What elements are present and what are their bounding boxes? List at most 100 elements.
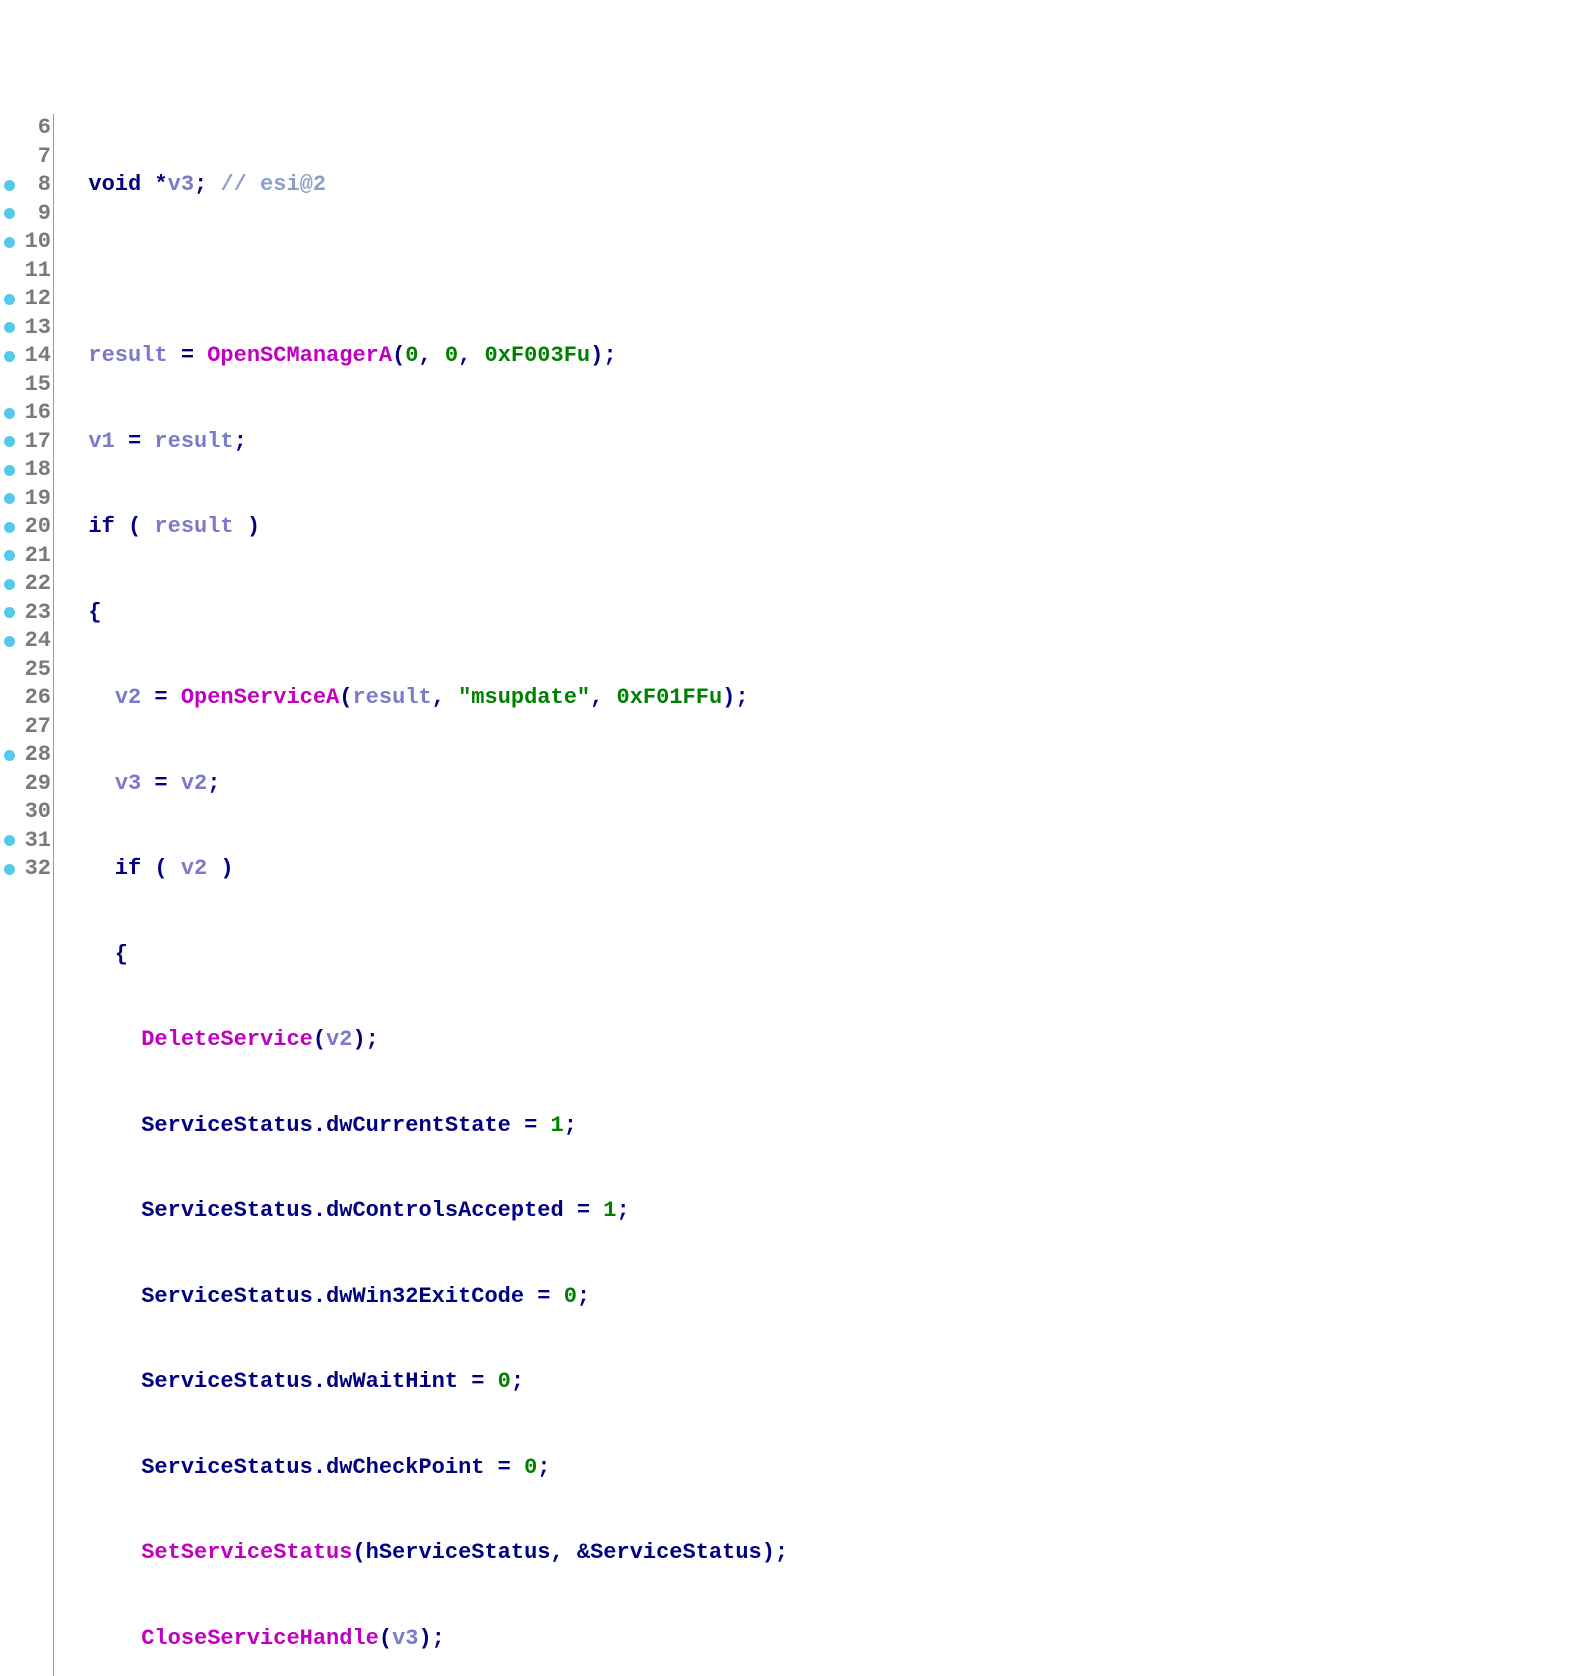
code-text: ;: [537, 1455, 550, 1480]
breakpoint-dot-icon[interactable]: [0, 798, 18, 827]
code-text: v2: [181, 856, 207, 881]
breakpoint-dot-icon[interactable]: [0, 200, 18, 229]
code-line[interactable]: ServiceStatus.dwWaitHint = 0;: [62, 1368, 1588, 1397]
code-line[interactable]: if ( result ): [62, 513, 1588, 542]
code-text: ;: [564, 1113, 577, 1138]
line-number: 16: [18, 399, 51, 428]
code-text: [62, 1626, 141, 1651]
line-number: 24: [18, 627, 51, 656]
breakpoint-dot-icon[interactable]: [0, 228, 18, 257]
breakpoint-dot-icon[interactable]: [0, 285, 18, 314]
breakpoint-dot-icon[interactable]: [0, 770, 18, 799]
code-line[interactable]: {: [62, 599, 1588, 628]
line-number: 31: [18, 827, 51, 856]
code-text: ,: [458, 343, 484, 368]
breakpoint-dot-icon[interactable]: [0, 855, 18, 884]
breakpoint-dot-icon[interactable]: [0, 570, 18, 599]
line-number: 17: [18, 428, 51, 457]
number-literal: 1: [603, 1198, 616, 1223]
code-text: =: [141, 771, 181, 796]
breakpoint-dot-icon[interactable]: [0, 456, 18, 485]
code-text: v2: [181, 771, 207, 796]
code-text: v3: [168, 172, 194, 197]
breakpoint-dot-icon[interactable]: [0, 428, 18, 457]
breakpoint-dot-icon[interactable]: [0, 656, 18, 685]
breakpoint-dot-icon[interactable]: [0, 627, 18, 656]
breakpoint-dot-icon[interactable]: [0, 542, 18, 571]
code-text: (: [339, 685, 352, 710]
line-number: 9: [18, 200, 51, 229]
code-text: [62, 343, 88, 368]
code-line[interactable]: SetServiceStatus(hServiceStatus, &Servic…: [62, 1539, 1588, 1568]
code-text: [62, 771, 115, 796]
breakpoint-dot-icon[interactable]: [0, 171, 18, 200]
breakpoint-dot-icon[interactable]: [0, 827, 18, 856]
breakpoint-dot-icon[interactable]: [0, 741, 18, 770]
code-line[interactable]: DeleteService(v2);: [62, 1026, 1588, 1055]
breakpoint-dot-icon[interactable]: [0, 314, 18, 343]
code-line[interactable]: v2 = OpenServiceA(result, "msupdate", 0x…: [62, 684, 1588, 713]
breakpoint-dot-icon[interactable]: [0, 143, 18, 172]
code-text: ,: [590, 685, 616, 710]
line-number: 13: [18, 314, 51, 343]
code-line[interactable]: {: [62, 941, 1588, 970]
breakpoint-dot-icon[interactable]: [0, 371, 18, 400]
code-editor[interactable]: 6789101112131415161718192021222324252627…: [0, 114, 1588, 1676]
breakpoint-dot-icon[interactable]: [0, 684, 18, 713]
breakpoint-dot-icon[interactable]: [0, 485, 18, 514]
code-text: *: [154, 172, 167, 197]
code-line[interactable]: v1 = result;: [62, 428, 1588, 457]
breakpoint-dot-icon[interactable]: [0, 257, 18, 286]
line-number: 7: [18, 143, 51, 172]
code-text: if (: [62, 514, 154, 539]
code-line[interactable]: result = OpenSCManagerA(0, 0, 0xF003Fu);: [62, 342, 1588, 371]
code-text: void: [62, 172, 154, 197]
code-line[interactable]: ServiceStatus.dwCurrentState = 1;: [62, 1112, 1588, 1141]
code-line[interactable]: [62, 257, 1588, 286]
string-literal: "msupdate": [458, 685, 590, 710]
breakpoint-dot-icon[interactable]: [0, 599, 18, 628]
code-line[interactable]: ServiceStatus.dwControlsAccepted = 1;: [62, 1197, 1588, 1226]
breakpoint-dot-icon[interactable]: [0, 513, 18, 542]
code-text: ;: [234, 429, 247, 454]
code-text: ServiceStatus.dwCheckPoint =: [62, 1455, 524, 1480]
code-line[interactable]: void *v3; // esi@2: [62, 171, 1588, 200]
line-number: 25: [18, 656, 51, 685]
line-number: 11: [18, 257, 51, 286]
code-text: );: [418, 1626, 444, 1651]
code-text: v2: [326, 1027, 352, 1052]
breakpoint-margin[interactable]: [0, 114, 18, 1676]
line-number: 21: [18, 542, 51, 571]
code-line[interactable]: if ( v2 ): [62, 855, 1588, 884]
code-text: result: [154, 429, 233, 454]
breakpoint-dot-icon[interactable]: [0, 399, 18, 428]
line-number: 19: [18, 485, 51, 514]
code-text: [62, 1027, 141, 1052]
code-text: (: [392, 343, 405, 368]
code-text: ;: [511, 1369, 524, 1394]
line-number: 27: [18, 713, 51, 742]
line-number: 22: [18, 570, 51, 599]
line-number: 12: [18, 285, 51, 314]
code-text: );: [590, 343, 616, 368]
breakpoint-dot-icon[interactable]: [0, 713, 18, 742]
function-call: OpenServiceA: [181, 685, 339, 710]
number-literal: 1: [550, 1113, 563, 1138]
code-text: ;: [577, 1284, 590, 1309]
breakpoint-dot-icon[interactable]: [0, 114, 18, 143]
code-line[interactable]: ServiceStatus.dwCheckPoint = 0;: [62, 1454, 1588, 1483]
code-text: ServiceStatus.dwControlsAccepted =: [62, 1198, 603, 1223]
code-area[interactable]: void *v3; // esi@2 result = OpenSCManage…: [62, 114, 1588, 1676]
line-number: 18: [18, 456, 51, 485]
number-literal: 0xF003Fu: [485, 343, 591, 368]
function-call: OpenSCManagerA: [207, 343, 392, 368]
code-text: v3: [115, 771, 141, 796]
code-line[interactable]: v3 = v2;: [62, 770, 1588, 799]
line-number: 10: [18, 228, 51, 257]
code-text: {: [62, 600, 102, 625]
number-literal: 0: [498, 1369, 511, 1394]
code-text: ;: [617, 1198, 630, 1223]
code-line[interactable]: CloseServiceHandle(v3);: [62, 1625, 1588, 1654]
code-line[interactable]: ServiceStatus.dwWin32ExitCode = 0;: [62, 1283, 1588, 1312]
breakpoint-dot-icon[interactable]: [0, 342, 18, 371]
